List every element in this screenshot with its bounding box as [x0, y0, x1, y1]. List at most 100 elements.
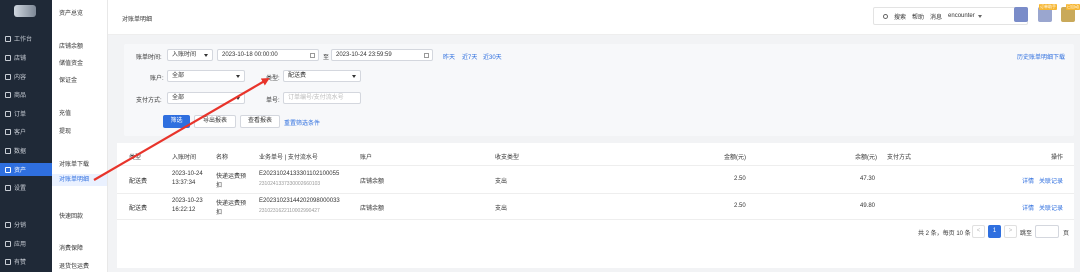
submenu-statement-download[interactable]: 对账单下载: [59, 159, 89, 168]
jump-page-input[interactable]: [1035, 225, 1059, 238]
app-badge-3[interactable]: 已自动: [1061, 4, 1080, 22]
pay-method-value: 全部: [172, 95, 185, 101]
nav-settings[interactable]: 设置: [0, 181, 52, 194]
statement-table: 类型 入账时间 名称 业务单号 | 支付流水号 账户 收支类型 金额(元) 余额…: [117, 143, 1074, 268]
cell-order-no: E20231024133301102100055: [259, 171, 340, 177]
pay-method-label: 支付方式:: [136, 98, 162, 104]
start-time-input[interactable]: 2023-10-18 00:00:00: [217, 49, 319, 61]
account-value: 全部: [172, 73, 185, 79]
col-header-account: 账户: [360, 155, 373, 161]
content-icon: [5, 73, 11, 80]
type-select[interactable]: 配送费: [283, 70, 361, 82]
cell-time-date: 2023-10-24: [172, 171, 203, 177]
nav-workbench[interactable]: 工作台: [0, 32, 52, 45]
quick-30days[interactable]: 近30天: [483, 52, 502, 61]
main-nav-rail: 工作台 店铺 内容 商品 订单 客户 数据 资产 设置 分销 应用 有赞: [0, 0, 52, 272]
calendar-icon: [310, 53, 315, 58]
search-icon[interactable]: [883, 13, 888, 19]
time-label: 账单时间:: [136, 55, 162, 61]
submenu-stored-funds[interactable]: 储值资金: [59, 58, 83, 67]
export-report-button[interactable]: 导出报表: [194, 115, 236, 128]
end-time-input[interactable]: 2023-10-24 23:59:59: [331, 49, 433, 61]
nav-customers[interactable]: 客户: [0, 125, 52, 138]
app-badge-2[interactable]: 订单助手: [1038, 4, 1057, 22]
submenu-assets-overview[interactable]: 资产总览: [59, 8, 83, 17]
top-actions: 搜索 帮助 消息 encounter: [873, 7, 1028, 25]
cell-balance: 49.80: [860, 203, 876, 209]
pay-method-select[interactable]: 全部: [167, 92, 245, 104]
nav-apps[interactable]: 应用: [0, 237, 52, 250]
submenu-statement-detail[interactable]: 对账单明细: [52, 174, 107, 186]
col-header-name: 名称: [216, 155, 229, 161]
detail-link[interactable]: 详情: [1022, 203, 1034, 212]
cell-name-line2: 扣: [216, 183, 223, 189]
submenu-consumer-protection[interactable]: 消费保障: [59, 243, 83, 252]
submenu-recharge[interactable]: 充值: [59, 108, 71, 117]
prev-page-button[interactable]: <: [972, 225, 985, 238]
reset-filters-link[interactable]: 重置筛选条件: [284, 118, 320, 127]
nav-goods[interactable]: 商品: [0, 88, 52, 101]
cell-pay-no: 2310231622110002990427: [259, 208, 320, 214]
col-header-time: 入账时间: [172, 155, 197, 161]
quick-7days[interactable]: 近7天: [462, 52, 477, 61]
account-select[interactable]: 全部: [167, 70, 245, 82]
search-link[interactable]: 搜索: [894, 12, 906, 21]
col-header-balance: 余额(元): [855, 155, 877, 161]
nav-content[interactable]: 内容: [0, 70, 52, 83]
user-menu[interactable]: encounter: [948, 13, 975, 19]
nav-label: 商品: [14, 93, 27, 99]
app-badge-1[interactable]: [1014, 7, 1028, 22]
range-separator: 至: [323, 55, 330, 61]
nav-label: 工作台: [14, 37, 33, 43]
cell-name-line2: 扣: [216, 210, 223, 216]
nav-label: 分销: [14, 223, 27, 229]
col-header-pay-method: 支付方式: [887, 155, 912, 161]
related-records-link[interactable]: 关联记录: [1039, 203, 1063, 212]
time-type-select[interactable]: 入账时间: [167, 49, 213, 61]
settings-icon: [5, 184, 11, 191]
submenu-return-shipping[interactable]: 退货包运费: [59, 261, 89, 270]
chevron-down-icon: [204, 54, 208, 57]
order-no-input[interactable]: 订单编号/支付流水号: [283, 92, 361, 104]
detail-link[interactable]: 详情: [1022, 176, 1034, 185]
type-value: 配送费: [288, 73, 307, 79]
page-1-button[interactable]: 1: [988, 225, 1001, 238]
start-time-value: 2023-10-18 00:00:00: [222, 52, 278, 58]
nav-label: 客户: [14, 130, 27, 136]
nav-orders[interactable]: 订单: [0, 107, 52, 120]
submenu-deposit[interactable]: 保证金: [59, 75, 77, 84]
nav-store[interactable]: 店铺: [0, 51, 52, 64]
divider: [117, 219, 1074, 220]
cell-account: 店铺余额: [360, 206, 385, 212]
view-report-button[interactable]: 查看报表: [240, 115, 280, 128]
col-header-type: 类型: [129, 155, 142, 161]
help-link[interactable]: 帮助: [912, 12, 924, 21]
messages-link[interactable]: 消息: [930, 12, 942, 21]
nav-label: 设置: [14, 186, 27, 192]
type-label: 类型:: [266, 76, 280, 82]
chevron-down-icon: [236, 75, 240, 78]
nav-distribution[interactable]: 分销: [0, 218, 52, 231]
history-download-link[interactable]: 历史账单明细下载: [1017, 52, 1065, 61]
nav-data[interactable]: 数据: [0, 144, 52, 157]
filter-button[interactable]: 筛选: [163, 115, 190, 128]
end-time-value: 2023-10-24 23:59:59: [336, 52, 392, 58]
nav-label: 内容: [14, 75, 27, 81]
apps-icon: [5, 240, 11, 247]
submenu-quick-payback[interactable]: 快速回款: [59, 211, 83, 220]
chevron-down-icon: [236, 97, 240, 100]
divider: [117, 193, 1074, 194]
nav-youzan[interactable]: 有赞: [0, 255, 52, 268]
submenu-store-balance[interactable]: 店铺余额: [59, 41, 83, 50]
related-records-link[interactable]: 关联记录: [1039, 176, 1063, 185]
cell-order-no: E20231023144202098000033: [259, 198, 340, 204]
assets-submenu: 资产总览 店铺余额 储值资金 保证金 充值 提现 对账单下载 对账单明细 快速回…: [52, 0, 108, 272]
cell-type: 配送费: [129, 206, 148, 212]
nav-assets[interactable]: 资产: [0, 163, 52, 176]
chevron-down-icon: [352, 75, 356, 78]
next-page-button[interactable]: >: [1004, 225, 1017, 238]
store-logo[interactable]: [14, 5, 36, 17]
cell-account: 店铺余额: [360, 179, 385, 185]
quick-yesterday[interactable]: 昨天: [443, 52, 455, 61]
submenu-withdraw[interactable]: 提现: [59, 126, 71, 135]
